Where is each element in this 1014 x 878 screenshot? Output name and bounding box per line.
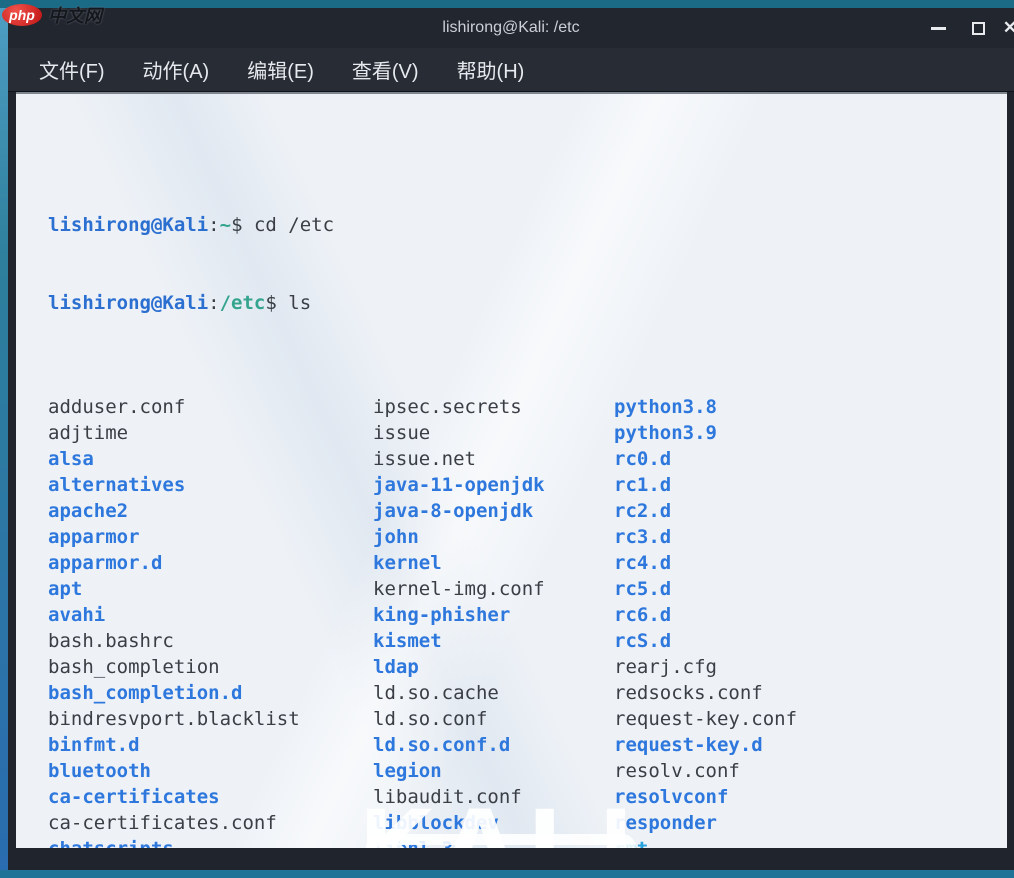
file-entry: rc5.d xyxy=(614,578,672,600)
close-icon: ✕ xyxy=(1002,18,1014,37)
menu-item-edit[interactable]: 编辑(E) xyxy=(243,53,318,86)
file-entry: resolv.conf xyxy=(614,760,740,782)
file-entry: chatscripts xyxy=(48,836,373,848)
file-entry: apparmor.d xyxy=(48,552,163,574)
file-entry: java-8-openjdk xyxy=(373,500,534,522)
file-entry: kernel-img.conf xyxy=(373,578,545,600)
file-entry: issue.net xyxy=(373,448,476,470)
file-entry: issue xyxy=(373,422,431,444)
file-entry: bindresvport.blacklist xyxy=(48,708,300,730)
file-entry: adduser.conf xyxy=(48,396,186,418)
window-frame-bottom xyxy=(0,870,1014,878)
file-entry: adjtime xyxy=(48,422,129,444)
file-entry: avahi xyxy=(48,604,106,626)
menu-item-actions[interactable]: 动作(A) xyxy=(139,53,214,86)
window-frame-top xyxy=(0,0,1014,8)
file-entry: ld.so.conf.d xyxy=(373,734,511,756)
file-entry: responder xyxy=(614,812,717,834)
file-entry: ca-certificates.conf xyxy=(48,812,277,834)
file-entry: apparmor xyxy=(48,526,140,548)
menu-item-view[interactable]: 查看(V) xyxy=(348,53,423,86)
menu-bar: 文件(F) 动作(A) 编辑(E) 查看(V) 帮助(H) xyxy=(8,48,1014,92)
prompt-user-host: lishirong@Kali xyxy=(48,214,209,236)
file-entry: alternatives xyxy=(48,474,186,496)
window-title: lishirong@Kali: /etc xyxy=(442,19,580,36)
prompt-user-host: lishirong@Kali xyxy=(48,292,209,314)
file-entry: ldap xyxy=(373,656,419,678)
file-entry: libblockdev xyxy=(373,812,499,834)
command-text: cd /etc xyxy=(253,214,335,236)
php-site-label: 中文网 xyxy=(48,6,102,26)
listing-column: python3.8 python3.9 rc0.d rc1.d rc2.d rc3.d rc… xyxy=(614,394,1007,848)
file-entry: apache2 xyxy=(48,500,129,522)
php-logo-icon: php xyxy=(2,4,42,26)
file-entry: bluetooth xyxy=(48,760,151,782)
minimize-button[interactable] xyxy=(924,8,952,48)
prompt-line-2: lishirong@Kali:/etc$ ls xyxy=(48,292,312,314)
file-entry: alsa xyxy=(48,448,94,470)
file-entry: bash_completion xyxy=(48,656,220,678)
file-entry: python3.9 xyxy=(614,422,717,444)
file-entry: libnl-3 xyxy=(373,836,614,848)
file-entry: java-11-openjdk xyxy=(373,474,545,496)
prompt-path: ~ xyxy=(219,214,232,236)
listing-column: adduser.conf adjtime alsa alternatives apach… xyxy=(48,394,373,848)
prompt-line-1: lishirong@Kali:~$ cd /etc xyxy=(48,214,335,236)
file-listing: adduser.conf adjtime alsa alternatives apach… xyxy=(48,394,1007,848)
terminal-window: lishirong@Kali: /etc ✕ 文件(F) 动作(A) 编辑(E)… xyxy=(0,0,1014,878)
file-entry: rc4.d xyxy=(614,552,672,574)
file-entry: legion xyxy=(373,760,442,782)
file-entry: rc1.d xyxy=(614,474,672,496)
prompt-path: /etc xyxy=(219,292,266,314)
terminal-output-area[interactable]: KALI lishirong@Kali:~$ cd /etc lishirong… xyxy=(16,92,1007,848)
listing-column: ipsec.secrets issue issue.net java-11-openj… xyxy=(373,394,614,848)
file-entry: bash.bashrc xyxy=(48,630,174,652)
file-entry: resolvconf xyxy=(614,786,729,808)
command-text: ls xyxy=(288,292,312,314)
file-entry: ld.so.cache xyxy=(373,682,499,704)
file-entry: kismet xyxy=(373,630,442,652)
file-entry: rc3.d xyxy=(614,526,672,548)
file-entry: rearj.cfg xyxy=(614,656,717,678)
file-entry: king-phisher xyxy=(373,604,511,626)
maximize-button[interactable] xyxy=(964,8,992,48)
file-entry: john xyxy=(373,526,419,548)
file-entry: apt xyxy=(48,578,83,600)
file-entry: bash_completion.d xyxy=(48,682,243,704)
file-entry: ld.so.conf xyxy=(373,708,488,730)
file-entry: ca-certificates xyxy=(48,786,220,808)
title-bar[interactable]: lishirong@Kali: /etc ✕ xyxy=(8,8,1014,48)
file-entry: rc6.d xyxy=(614,604,672,626)
file-entry: python3.8 xyxy=(614,396,717,418)
maximize-icon xyxy=(971,21,985,35)
file-entry: request-key.d xyxy=(614,734,763,756)
file-entry: redsocks.conf xyxy=(614,682,763,704)
file-entry: request-key.conf xyxy=(614,708,798,730)
file-entry: rc2.d xyxy=(614,500,672,522)
file-entry: binfmt.d xyxy=(48,734,140,756)
file-entry: rmt xyxy=(614,836,1007,848)
window-frame-left xyxy=(0,0,8,878)
menu-item-help[interactable]: 帮助(H) xyxy=(453,53,529,86)
file-entry: rc0.d xyxy=(614,448,672,470)
close-button[interactable]: ✕ xyxy=(996,8,1014,48)
php-site-watermark: php 中文网 xyxy=(2,2,102,28)
file-entry: libaudit.conf xyxy=(373,786,522,808)
file-entry: kernel xyxy=(373,552,442,574)
file-entry: ipsec.secrets xyxy=(373,396,522,418)
minimize-icon xyxy=(930,26,946,30)
file-entry: rcS.d xyxy=(614,630,672,652)
menu-item-file[interactable]: 文件(F) xyxy=(35,53,109,86)
